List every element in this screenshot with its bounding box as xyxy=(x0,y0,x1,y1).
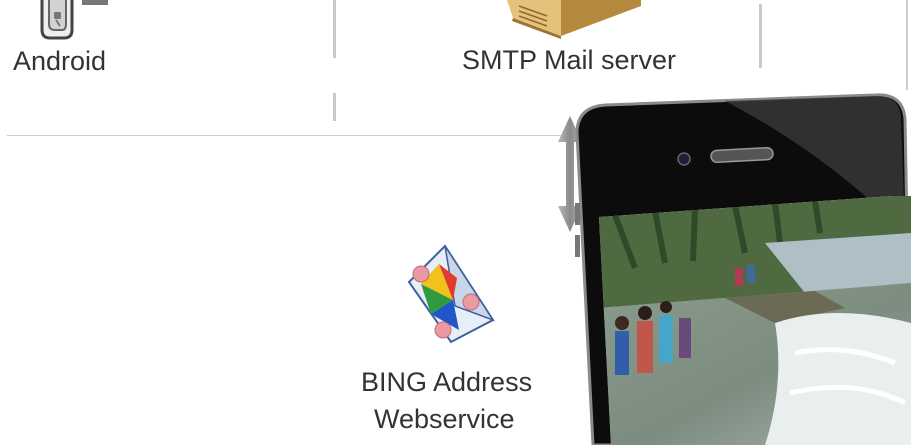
bing-label-line1: BING Address xyxy=(361,367,533,397)
webservice-prism-icon xyxy=(407,244,495,344)
android-phone-icon xyxy=(40,0,108,40)
smtp-label: SMTP Mail server xyxy=(462,45,677,75)
iphone-device xyxy=(575,93,911,445)
separator-dash-lower xyxy=(333,93,336,121)
right-border xyxy=(906,0,908,90)
bing-webservice-node: BING Address Webservice xyxy=(355,240,565,445)
mail-server-icon xyxy=(507,0,641,39)
android-label: Android xyxy=(13,46,107,76)
top-panel-bottom-border xyxy=(7,135,567,136)
flood-scene-photo xyxy=(599,196,911,445)
separator-dash-right xyxy=(759,4,762,68)
separator-dash-upper xyxy=(333,0,336,58)
bing-label-line2: Webservice xyxy=(374,404,515,434)
android-node: Android xyxy=(10,0,150,90)
smtp-server-node: SMTP Mail server xyxy=(455,0,715,90)
